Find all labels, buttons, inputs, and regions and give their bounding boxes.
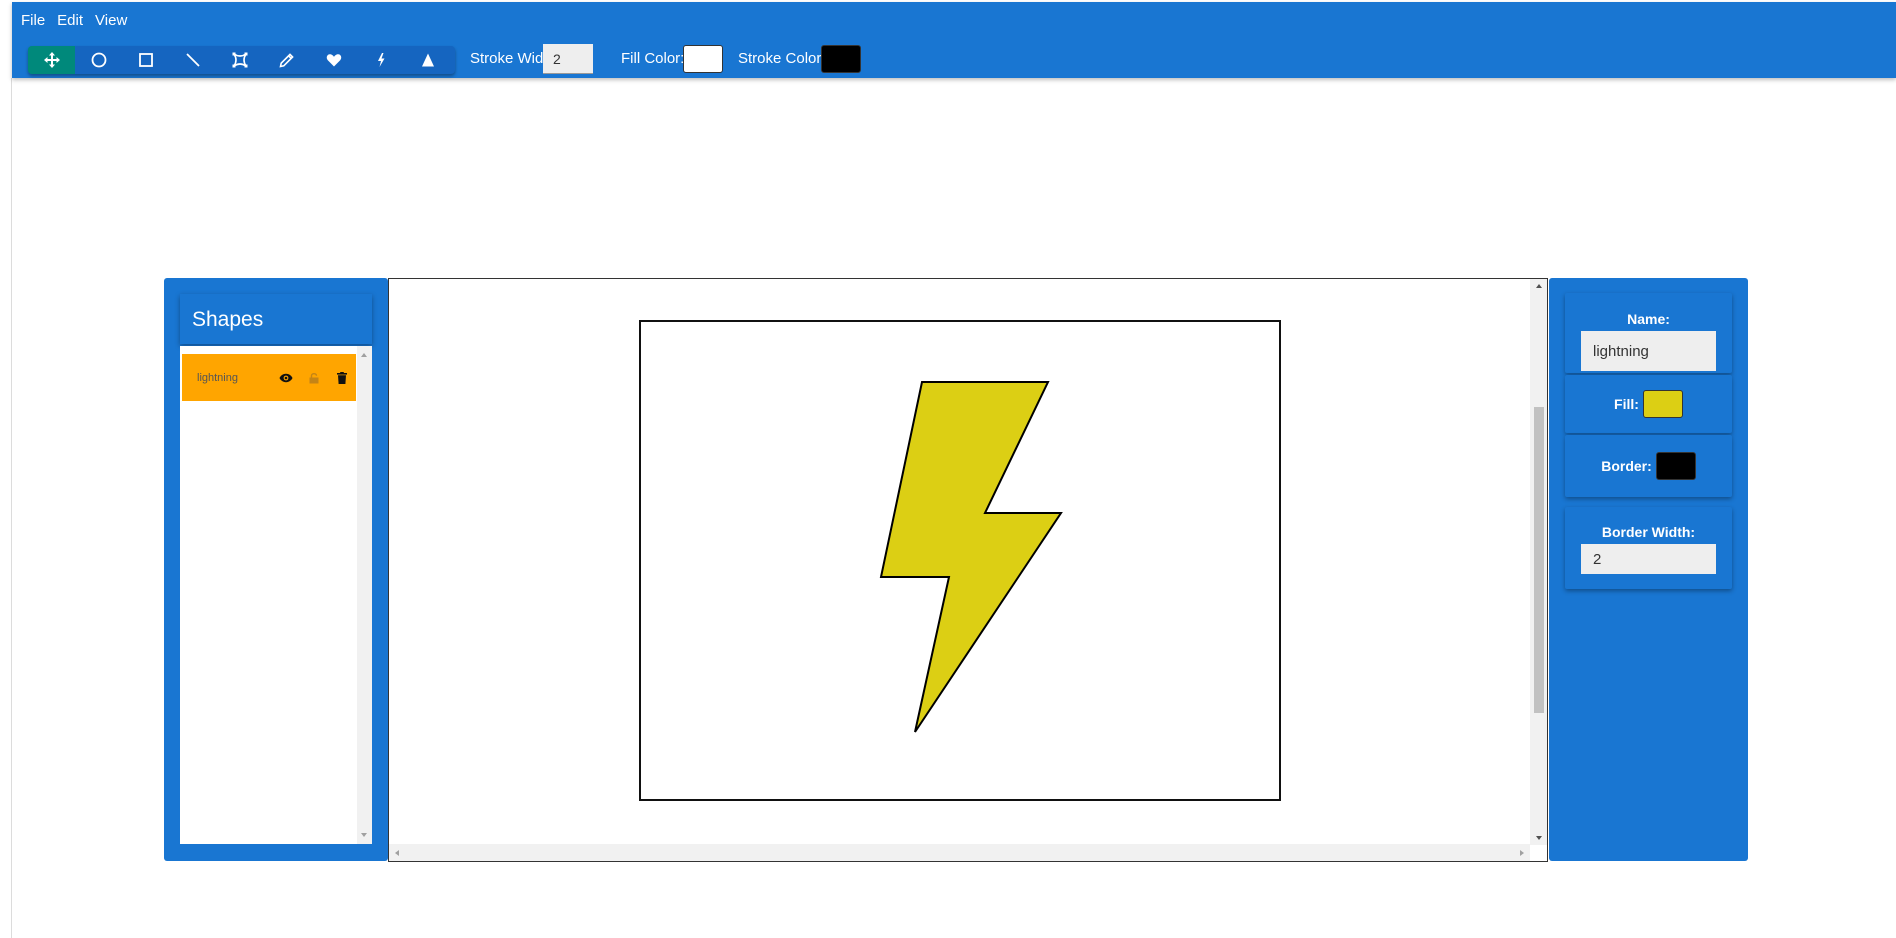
tool-circle[interactable] [75,46,122,74]
shapes-panel-title: Shapes [180,294,372,344]
scroll-down-arrow-icon [1536,836,1542,840]
tool-triangle[interactable] [404,46,451,74]
tool-group [28,46,455,74]
tool-move[interactable] [28,46,75,74]
shapes-panel: Shapes lightning [164,278,388,861]
list-item[interactable]: lightning [182,354,356,401]
canvas-viewport[interactable] [388,278,1548,862]
vertical-scroll-thumb[interactable] [1534,407,1544,713]
fill-color-swatch[interactable] [683,45,723,73]
border-label: Border: [1601,458,1652,474]
bezier-icon [232,52,247,68]
tool-heart[interactable] [310,46,357,74]
tool-rectangle[interactable] [122,46,169,74]
scroll-left-arrow-icon [395,850,399,856]
stroke-width-input[interactable] [543,44,593,74]
fill-color-picker[interactable] [1642,390,1683,418]
fill-card: Fill: [1565,375,1732,433]
tool-lightning[interactable] [357,46,404,74]
stroke-color-label: Stroke Color: [738,50,826,67]
heart-icon [326,54,341,67]
border-width-label: Border Width: [1601,524,1696,540]
menu-file[interactable]: File [21,12,45,29]
scroll-right-arrow-icon [1520,850,1524,856]
name-input[interactable] [1581,331,1716,371]
canvas-horizontal-scrollbar[interactable] [389,844,1530,861]
fill-label: Fill: [1614,396,1639,412]
name-card: Name: [1565,293,1732,373]
scroll-down-arrow-icon [361,833,367,837]
canvas-vertical-scrollbar[interactable] [1530,279,1547,845]
name-label: Name: [1627,311,1670,327]
menu-bar: File Edit View [21,12,127,29]
drawing-canvas[interactable] [639,320,1281,801]
border-card: Border: [1565,435,1732,497]
canvas-svg [879,381,1063,733]
fill-color-label: Fill Color: [621,50,685,67]
pencil-icon [278,53,294,68]
shapes-list-scrollbar[interactable] [357,346,372,844]
shapes-list: lightning [180,346,372,844]
app-root: File Edit View Stroke Width: Fill Color:… [0,0,1896,938]
border-width-card: Border Width: [1565,507,1732,589]
menu-view[interactable]: View [95,12,127,29]
scroll-up-arrow-icon [1536,284,1542,288]
border-width-input[interactable] [1581,544,1716,574]
tool-line[interactable] [169,46,216,74]
app-bar: File Edit View Stroke Width: Fill Color:… [12,2,1896,78]
lightning-icon [377,53,384,67]
menu-edit[interactable]: Edit [57,12,83,29]
circle-icon [91,52,106,68]
fill-row: Fill: [1565,375,1732,433]
border-row: Border: [1565,435,1732,497]
lock-icon[interactable] [300,372,328,384]
move-icon [43,52,60,68]
properties-panel: Name: Fill: Border: Border Width: [1549,278,1748,861]
lightning-shape[interactable] [879,381,1063,733]
eye-icon[interactable] [273,373,301,383]
tool-bezier[interactable] [216,46,263,74]
shape-item-name: lightning [197,371,238,384]
rectangle-icon [138,53,153,67]
triangle-icon [421,53,434,67]
trash-icon[interactable] [328,371,356,384]
line-icon [185,53,200,67]
scroll-up-arrow-icon [361,353,367,357]
stroke-color-swatch[interactable] [821,45,861,73]
border-color-picker[interactable] [1655,452,1696,480]
page-border [11,78,12,938]
tool-pencil[interactable] [263,46,310,74]
